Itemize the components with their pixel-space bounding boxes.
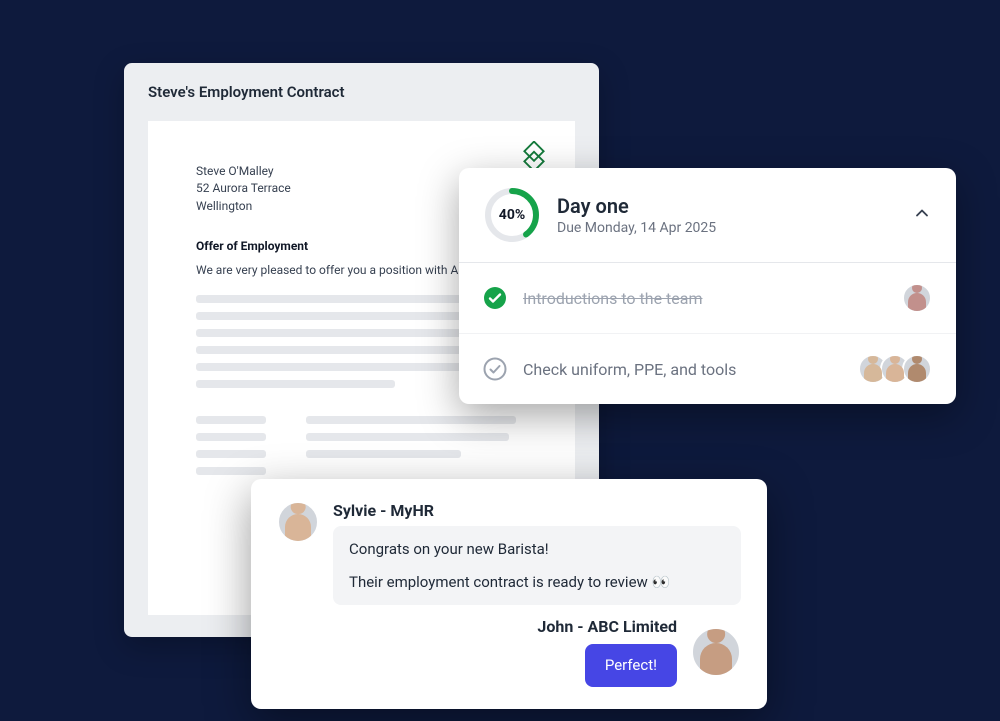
avatar bbox=[902, 283, 932, 313]
collapse-toggle[interactable] bbox=[912, 203, 932, 227]
checklist-item[interactable]: Check uniform, PPE, and tools bbox=[459, 333, 956, 404]
avatar bbox=[902, 354, 932, 384]
chat-card: Sylvie - MyHR Congrats on your new Baris… bbox=[251, 479, 767, 709]
checkmark-filled-icon bbox=[483, 286, 507, 310]
avatar bbox=[691, 627, 741, 677]
chat-line: Their employment contract is ready to re… bbox=[349, 571, 725, 594]
checklist-header[interactable]: 40% Day one Due Monday, 14 Apr 2025 bbox=[459, 168, 956, 263]
assignee-avatars bbox=[858, 354, 932, 384]
checkmark-outline-icon bbox=[483, 357, 507, 381]
checklist-item[interactable]: Introductions to the team bbox=[459, 263, 956, 333]
checklist-item-label: Check uniform, PPE, and tools bbox=[523, 360, 842, 379]
chat-sender-name: John - ABC Limited bbox=[537, 617, 677, 636]
chat-message: John - ABC Limited Perfect! bbox=[277, 617, 741, 687]
chat-sender-name: Sylvie - MyHR bbox=[333, 501, 741, 520]
onboarding-checklist-card: 40% Day one Due Monday, 14 Apr 2025 Intr… bbox=[459, 168, 956, 404]
checklist-item-label: Introductions to the team bbox=[523, 289, 886, 308]
chat-line: Congrats on your new Barista! bbox=[349, 538, 725, 561]
chevron-up-icon bbox=[912, 203, 932, 223]
document-body-placeholder-2 bbox=[196, 416, 527, 484]
avatar bbox=[277, 501, 319, 543]
chat-bubble[interactable]: Perfect! bbox=[585, 644, 677, 687]
progress-percent: 40% bbox=[483, 186, 541, 244]
chat-message: Sylvie - MyHR Congrats on your new Baris… bbox=[277, 501, 741, 605]
checklist-due-date: Due Monday, 14 Apr 2025 bbox=[557, 220, 896, 236]
chat-bubble: Congrats on your new Barista! Their empl… bbox=[333, 526, 741, 605]
document-title: Steve's Employment Contract bbox=[148, 83, 575, 101]
progress-ring: 40% bbox=[483, 186, 541, 244]
assignee-avatars bbox=[902, 283, 932, 313]
checklist-title: Day one bbox=[557, 194, 896, 218]
